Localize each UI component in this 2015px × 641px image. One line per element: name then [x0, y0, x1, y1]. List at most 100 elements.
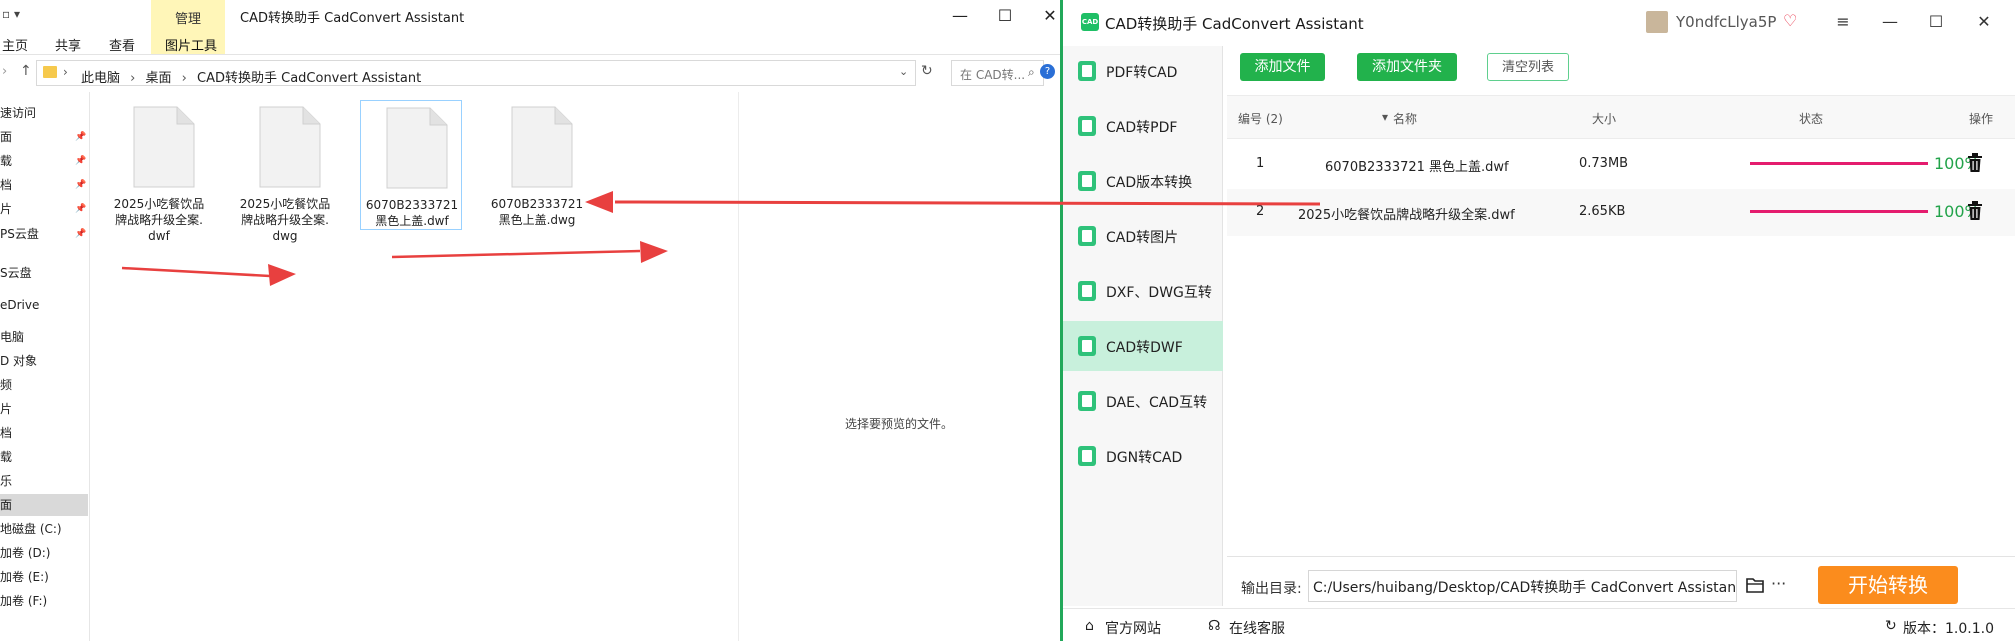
ribbon-tab-picture-tools[interactable]: 图片工具	[165, 35, 217, 54]
file-item-selected[interactable]: 6070B2333721 黑色上盖.dwf	[360, 100, 462, 230]
sidebar-item[interactable]: DGN转CAD	[1063, 431, 1223, 481]
nav-item[interactable]: 载	[0, 446, 88, 468]
close-button[interactable]: ✕	[1969, 10, 1999, 34]
convert-type-icon	[1078, 61, 1096, 81]
maximize-button[interactable]: ☐	[985, 4, 1025, 28]
vip-diamond-icon[interactable]: ♡	[1783, 11, 1797, 30]
breadcrumb: 此电脑 › 桌面 › CAD转换助手 CadConvert Assistant	[81, 67, 421, 86]
nav-item[interactable]: 档	[0, 422, 88, 444]
search-input[interactable]: 在 CAD转... ⌕	[951, 60, 1044, 86]
output-dir-field[interactable]: C:/Users/huibang/Desktop/CAD转换助手 CadConv…	[1308, 570, 1737, 602]
sidebar-item[interactable]: CAD版本转换	[1063, 156, 1223, 206]
version-label: 版本：1.0.1.0	[1903, 621, 1994, 637]
nav-item[interactable]: 档 📌	[0, 174, 88, 196]
minimize-button[interactable]: —	[940, 4, 980, 28]
document-icon	[511, 106, 573, 188]
search-icon: ⌕	[1028, 65, 1035, 79]
column-header-name[interactable]: 名称	[1393, 110, 1417, 127]
row-index: 1	[1256, 156, 1265, 171]
address-bar[interactable]: › 此电脑 › 桌面 › CAD转换助手 CadConvert Assistan…	[36, 60, 916, 86]
nav-item[interactable]: PS云盘 📌	[0, 223, 88, 245]
sidebar-item[interactable]: CAD转图片	[1063, 211, 1223, 261]
sidebar-item[interactable]: CAD转PDF	[1063, 101, 1223, 151]
nav-item[interactable]: 加卷 (E:)	[0, 566, 88, 588]
nav-item[interactable]: 片	[0, 398, 88, 420]
ribbon-tab-view[interactable]: 查看	[109, 35, 135, 54]
sidebar-item[interactable]: PDF转CAD	[1063, 46, 1223, 96]
breadcrumb-this-pc[interactable]: 此电脑	[81, 71, 120, 86]
nav-item[interactable]: 地磁盘 (C:)	[0, 518, 88, 540]
row-file-size: 0.73MB	[1579, 156, 1629, 171]
up-arrow-icon[interactable]: ↑	[20, 63, 32, 79]
refresh-icon[interactable]: ↻	[921, 63, 933, 79]
nav-item-label: 频	[0, 378, 13, 392]
add-folder-button[interactable]: 添加文件夹	[1357, 53, 1457, 81]
more-options-icon[interactable]: ···	[1771, 574, 1786, 593]
nav-item[interactable]: 加卷 (F:)	[0, 590, 88, 612]
file-item[interactable]: 6070B2333721 黑色上盖.dwg	[486, 100, 588, 230]
sidebar-item-label: DXF、DWG互转	[1106, 285, 1212, 301]
progress-bar	[1750, 210, 1928, 213]
file-item[interactable]: 2025小吃餐饮品 牌战略升级全案. dwf	[108, 100, 210, 243]
close-button[interactable]: ✕	[1030, 4, 1060, 28]
sidebar-item-label: CAD版本转换	[1106, 175, 1193, 191]
open-folder-icon[interactable]	[1746, 577, 1764, 593]
nav-item[interactable]: 载 📌	[0, 150, 88, 172]
nav-item[interactable]: 面 📌	[0, 126, 88, 148]
ribbon-tab-share[interactable]: 共享	[55, 35, 81, 54]
preview-pane-divider[interactable]	[738, 92, 739, 641]
nav-item[interactable]: eDrive	[0, 294, 88, 316]
convert-type-icon	[1078, 446, 1096, 466]
nav-item-label: 速访问	[0, 106, 37, 120]
add-file-button[interactable]: 添加文件	[1240, 53, 1325, 81]
file-name: 6070B2333721 黑色上盖.dwg	[490, 197, 584, 227]
preview-pane-message: 选择要预览的文件。	[845, 417, 954, 431]
breadcrumb-desktop[interactable]: 桌面	[146, 71, 172, 86]
chevron-down-icon[interactable]: ⌄	[899, 65, 908, 78]
address-row: › ↑ › 此电脑 › 桌面 › CAD转换助手 CadConvert Assi…	[0, 59, 1060, 89]
online-support-link[interactable]: 在线客服	[1229, 618, 1285, 638]
convert-type-icon	[1078, 391, 1096, 411]
table-row[interactable]: 1 6070B2333721 黑色上盖.dwf 0.73MB 100%	[1227, 141, 2015, 188]
ribbon-tab-home[interactable]: 主页	[2, 35, 28, 54]
table-row[interactable]: 2 2025小吃餐饮品牌战略升级全案.dwf 2.65KB 100%	[1227, 189, 2015, 236]
nav-item-label: 面	[0, 130, 13, 144]
sidebar-item[interactable]: CAD转DWF	[1063, 321, 1223, 371]
sidebar-item-label: CAD转PDF	[1106, 120, 1178, 136]
start-convert-button[interactable]: 开始转换	[1818, 566, 1958, 604]
maximize-button[interactable]: ☐	[1921, 10, 1951, 34]
nav-item[interactable]: 频	[0, 374, 88, 396]
pin-icon: 📌	[75, 180, 87, 190]
nav-item[interactable]: 片 📌	[0, 198, 88, 220]
nav-item-label: 档	[0, 426, 13, 440]
nav-item[interactable]: 加卷 (D:)	[0, 542, 88, 564]
sidebar-item[interactable]: DXF、DWG互转	[1063, 266, 1223, 316]
clear-list-button[interactable]: 清空列表	[1487, 53, 1569, 81]
nav-item-label: 加卷 (F:)	[0, 594, 48, 608]
nav-item[interactable]: S云盘	[0, 262, 88, 284]
column-header-status: 状态	[1799, 112, 1824, 126]
nav-item[interactable]: 电脑	[0, 326, 88, 348]
nav-item[interactable]: 面	[0, 494, 88, 516]
sidebar-item[interactable]: DAE、CAD互转	[1063, 376, 1223, 426]
avatar[interactable]	[1646, 11, 1668, 33]
nav-item-label: 面	[0, 498, 13, 512]
breadcrumb-folder[interactable]: CAD转换助手 CadConvert Assistant	[197, 71, 421, 86]
official-website-link[interactable]: 官方网站	[1105, 618, 1161, 638]
quick-access-toolbar-icon[interactable]: ▫ ▾	[2, 7, 20, 21]
minimize-button[interactable]: —	[1875, 10, 1905, 34]
explorer-titlebar: ▫ ▾ 管理 CAD转换助手 CadConvert Assistant — ☐ …	[0, 0, 1060, 54]
nav-item[interactable]: 乐	[0, 470, 88, 492]
help-icon[interactable]: ?	[1040, 64, 1055, 79]
nav-item[interactable]: D 对象	[0, 350, 88, 372]
trash-icon[interactable]	[1967, 153, 1983, 173]
file-item[interactable]: 2025小吃餐饮品 牌战略升级全案. dwg	[234, 100, 336, 243]
trash-icon[interactable]	[1967, 201, 1983, 221]
nav-item[interactable]: 速访问	[0, 102, 88, 124]
nav-item-label: 加卷 (D:)	[0, 546, 51, 560]
menu-icon[interactable]: ≡	[1828, 10, 1858, 34]
forward-icon[interactable]: ›	[2, 64, 7, 79]
refresh-version-icon[interactable]: ↻	[1885, 618, 1897, 634]
user-name[interactable]: Y0ndfcLlya5P	[1676, 13, 1776, 31]
sort-down-icon[interactable]: ▾	[1382, 110, 1388, 124]
